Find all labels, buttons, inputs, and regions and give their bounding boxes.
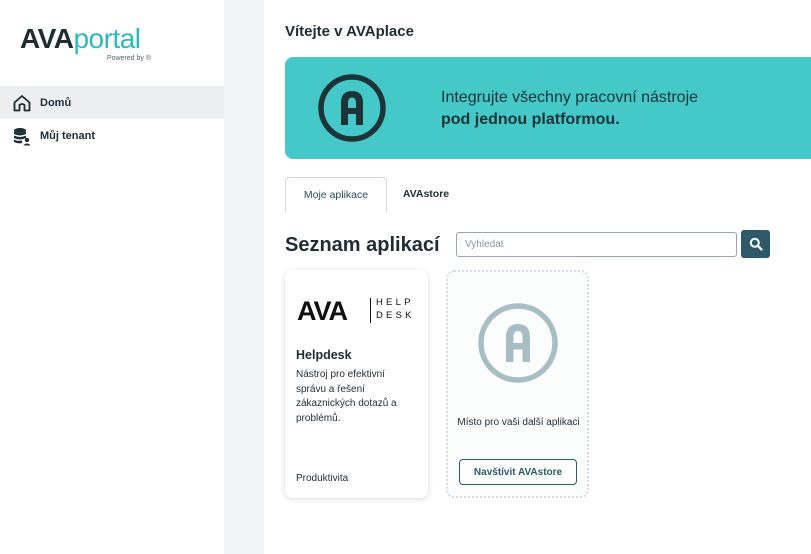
logo-wordmark: AVAportal (20, 23, 141, 54)
helpdesk-logo-tag-line2: DESK (376, 310, 415, 321)
search-icon (749, 237, 763, 251)
ava-logo-icon (478, 303, 558, 383)
app-card-category: Produktivita (296, 473, 349, 484)
banner-text-line1: Integrujte všechny pracovní nástroje (441, 89, 699, 106)
tab-avastore[interactable]: AVAstore (389, 177, 463, 211)
app-logo[interactable]: AVAportal Powered by ® (20, 24, 155, 70)
main-content: Vítejte v AVAplace Integrujte všechny pr… (264, 0, 811, 554)
logo-powered-by: Powered by ® (106, 55, 151, 62)
sidebar-gutter (224, 0, 264, 554)
section-title: Seznam aplikací (285, 234, 440, 256)
database-user-icon (12, 126, 32, 146)
app-card-placeholder: Místo pro vaši další aplikaci Navštívit … (446, 270, 589, 498)
search-input[interactable] (456, 232, 737, 257)
sidebar: AVAportal Powered by ® Domů Můj tenant (0, 0, 224, 554)
sidebar-item-my-tenant[interactable]: Můj tenant (0, 119, 224, 152)
helpdesk-logo-tag-line1: HELP (376, 297, 414, 308)
banner-text-line2: pod jednou platformou. (441, 111, 620, 128)
app-card-helpdesk[interactable]: AVA HELP DESK Helpdesk Nástroj pro efekt… (285, 270, 428, 498)
helpdesk-logo: AVA HELP DESK (297, 296, 419, 326)
ava-logo-icon (318, 74, 386, 142)
visit-avastore-button[interactable]: Navštívit AVAstore (459, 459, 577, 485)
app-root: AVAportal Powered by ® Domů Můj tenant V… (0, 0, 811, 554)
app-card-title: Helpdesk (296, 348, 352, 362)
sidebar-item-home[interactable]: Domů (0, 86, 224, 119)
sidebar-item-label: Domů (40, 96, 72, 109)
search-button[interactable] (741, 230, 770, 258)
helpdesk-logo-wordmark: AVA (297, 296, 348, 326)
page-title: Vítejte v AVAplace (285, 23, 414, 40)
tab-my-apps[interactable]: Moje aplikace (285, 177, 387, 211)
helpdesk-logo-divider (370, 298, 371, 323)
home-icon (12, 93, 32, 113)
welcome-banner: Integrujte všechny pracovní nástroje pod… (285, 57, 811, 159)
placeholder-text: Místo pro vaši další aplikaci (457, 417, 580, 428)
sidebar-item-label: Můj tenant (40, 129, 95, 142)
app-card-description: Nástroj pro efektivní správu a řešení zá… (296, 369, 397, 424)
